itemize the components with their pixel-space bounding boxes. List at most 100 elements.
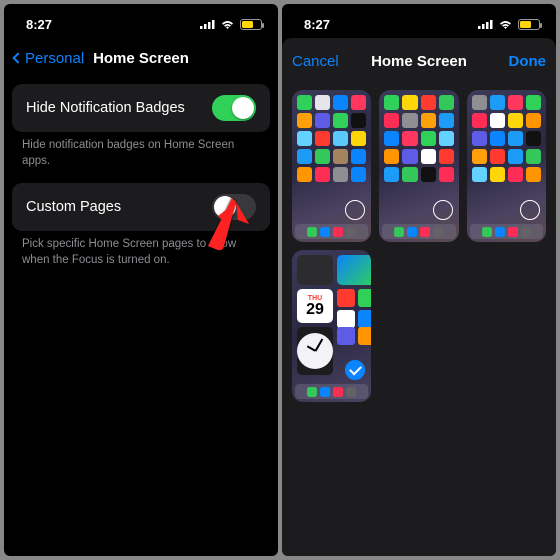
hide-notification-badges-cell[interactable]: Hide Notification Badges	[12, 84, 270, 132]
dock-app-icon	[521, 227, 531, 237]
app-icon	[402, 149, 417, 164]
settings-list: Hide Notification Badges Hide notificati…	[4, 84, 278, 282]
clock-face-icon	[297, 333, 333, 369]
dock-app-icon	[346, 387, 356, 397]
app-icon	[315, 95, 330, 110]
app-icon	[490, 113, 505, 128]
custom-pages-toggle[interactable]	[212, 194, 256, 220]
cell-label: Custom Pages	[26, 199, 121, 215]
app-icon	[315, 149, 330, 164]
app-icon	[315, 113, 330, 128]
app-icon	[333, 95, 348, 110]
chevron-left-icon	[12, 52, 23, 63]
dock-app-icon	[333, 387, 343, 397]
app-icon	[297, 131, 312, 146]
navigation-bar: Personal Home Screen	[4, 38, 278, 78]
pages-grid: THU 29	[282, 84, 556, 408]
app-icon	[358, 289, 371, 307]
widget-clock	[297, 327, 333, 375]
app-icon	[472, 131, 487, 146]
app-icon	[421, 113, 436, 128]
dock-app-icon	[333, 227, 343, 237]
app-icon	[421, 149, 436, 164]
app-icon	[351, 95, 366, 110]
dock-app-icon	[482, 227, 492, 237]
app-icon	[333, 167, 348, 182]
app-icon	[490, 167, 505, 182]
home-page-3[interactable]	[467, 90, 546, 242]
app-icon	[439, 113, 454, 128]
done-button[interactable]: Done	[509, 53, 547, 70]
status-time: 8:27	[304, 17, 330, 32]
dock-app-icon	[433, 227, 443, 237]
app-icon	[384, 149, 399, 164]
home-page-2[interactable]	[379, 90, 458, 242]
app-icon	[508, 167, 523, 182]
page-picker-modal: Cancel Home Screen Done	[282, 38, 556, 556]
dock-app-icon	[420, 227, 430, 237]
app-icon	[402, 95, 417, 110]
dock-app-icon	[307, 227, 317, 237]
calendar-day: 29	[306, 302, 324, 318]
widget-calendar: THU 29	[297, 289, 333, 323]
selection-circle-icon[interactable]	[520, 200, 540, 220]
app-icon	[402, 113, 417, 128]
app-icon	[472, 149, 487, 164]
cancel-button[interactable]: Cancel	[292, 53, 339, 70]
app-icon	[358, 310, 371, 328]
signal-icon	[200, 19, 215, 29]
back-button[interactable]: Personal	[14, 50, 84, 67]
app-icon	[526, 149, 541, 164]
app-icon	[508, 149, 523, 164]
app-icon	[337, 310, 355, 328]
selection-circle-icon[interactable]	[433, 200, 453, 220]
app-icon	[402, 131, 417, 146]
dock-app-icon	[394, 227, 404, 237]
app-icon	[490, 149, 505, 164]
battery-icon	[240, 19, 262, 30]
app-icon	[337, 289, 355, 307]
app-icon	[421, 131, 436, 146]
app-icon	[384, 131, 399, 146]
status-bar: 8:27	[282, 4, 556, 38]
wifi-icon	[498, 19, 513, 30]
widget-placeholder	[297, 255, 333, 285]
cell-footer: Pick specific Home Screen pages to show …	[4, 231, 278, 282]
battery-icon	[518, 19, 540, 30]
app-icon	[421, 167, 436, 182]
dock-app-icon	[307, 387, 317, 397]
app-icon	[526, 113, 541, 128]
phone-right-page-picker: 8:27 Cancel Home Screen Done	[282, 4, 556, 556]
app-icon	[472, 95, 487, 110]
app-icon	[358, 327, 371, 345]
app-icon	[297, 113, 312, 128]
app-icon	[472, 113, 487, 128]
modal-nav: Cancel Home Screen Done	[282, 38, 556, 84]
custom-pages-cell[interactable]: Custom Pages	[12, 183, 270, 231]
app-icon	[490, 131, 505, 146]
app-icon	[333, 131, 348, 146]
home-page-1[interactable]	[292, 90, 371, 242]
app-icon	[439, 167, 454, 182]
app-icon	[439, 95, 454, 110]
app-icon	[333, 149, 348, 164]
app-icon	[472, 167, 487, 182]
dock-app-icon	[407, 227, 417, 237]
home-page-4[interactable]: THU 29	[292, 250, 371, 402]
app-icon	[384, 167, 399, 182]
app-icon	[351, 167, 366, 182]
app-icon	[384, 113, 399, 128]
hide-badges-toggle[interactable]	[212, 95, 256, 121]
app-icon	[297, 95, 312, 110]
status-time: 8:27	[26, 17, 52, 32]
app-icon	[351, 149, 366, 164]
dock-app-icon	[320, 387, 330, 397]
app-icon	[333, 113, 348, 128]
widget-fitness	[337, 255, 371, 285]
app-icon	[439, 131, 454, 146]
selection-circle-icon[interactable]	[345, 200, 365, 220]
cell-footer: Hide notification badges on Home Screen …	[4, 132, 278, 183]
app-icon	[297, 167, 312, 182]
app-icon	[297, 149, 312, 164]
signal-icon	[478, 19, 493, 29]
